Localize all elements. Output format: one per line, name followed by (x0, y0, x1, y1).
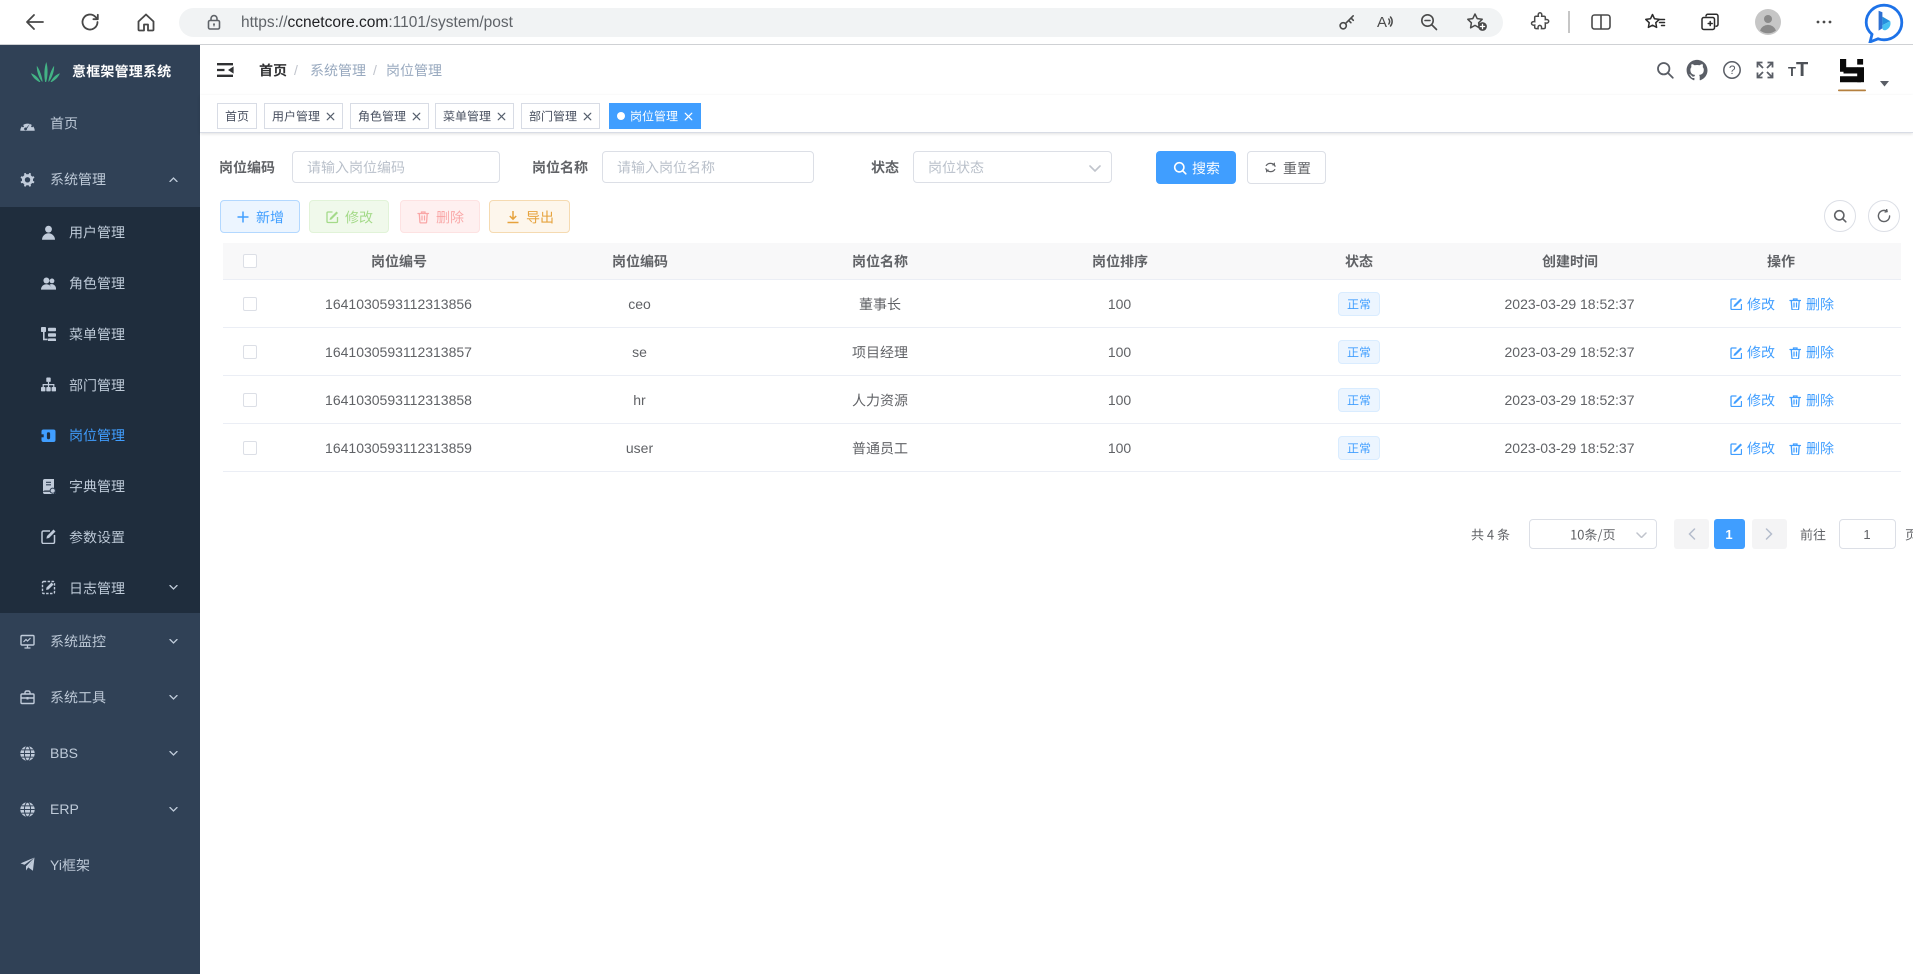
svg-text:A: A (1377, 14, 1387, 31)
svg-text:?: ? (1729, 63, 1736, 77)
